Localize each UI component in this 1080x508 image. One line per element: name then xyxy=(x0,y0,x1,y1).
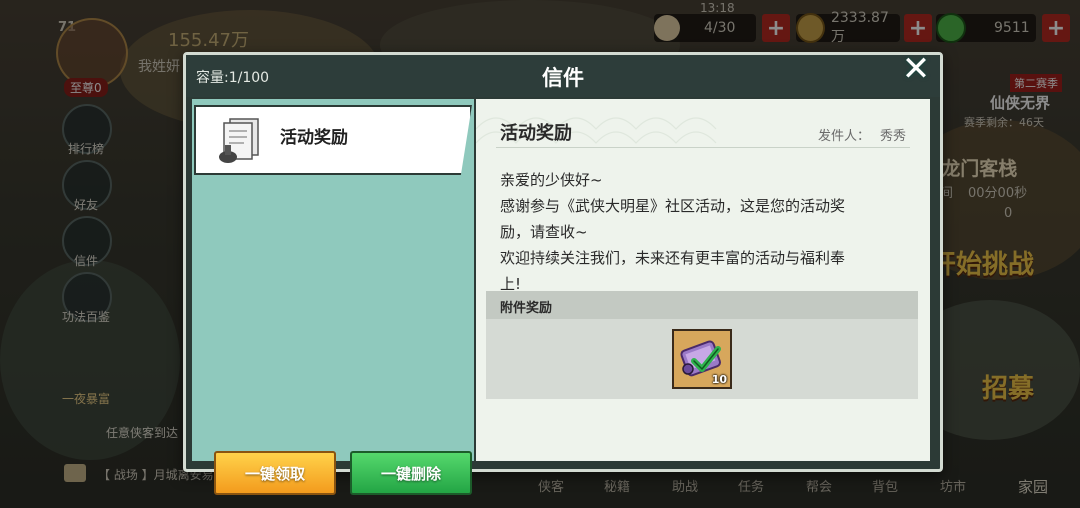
mail-body-line: 感谢参与《武侠大明星》社区活动，这是您的活动奖 xyxy=(500,197,846,215)
divider xyxy=(496,147,910,148)
close-button[interactable]: ✕ xyxy=(898,51,934,87)
mail-list-panel: 活动奖励 一键领取 一键删除 xyxy=(192,99,474,495)
attachment-item[interactable]: 10 xyxy=(672,329,732,389)
mail-dialog: 容量:1/100 信件 ✕ 活动奖励 一键领取 一键删除 活动奖励 发件人： 秀… xyxy=(183,51,943,495)
mail-detail-panel: 活动奖励 发件人： 秀秀 亲爱的少侠好~ 感谢参与《武侠大明星》社区活动，这是您… xyxy=(476,99,930,461)
mail-body: 亲爱的少侠好~ 感谢参与《武侠大明星》社区活动，这是您的活动奖 励，请查收~ 欢… xyxy=(500,167,880,297)
mail-body-line: 励，请查收~ xyxy=(500,223,588,241)
sender-name: 秀秀 xyxy=(879,129,906,144)
attachment-header: 附件奖励 xyxy=(486,291,918,319)
attachment-count: 10 xyxy=(711,373,727,386)
letter-icon xyxy=(219,118,259,163)
dialog-title: 信件 xyxy=(542,66,584,90)
delete-all-button[interactable]: 一键删除 xyxy=(350,451,472,495)
mail-list-item-title: 活动奖励 xyxy=(280,128,348,148)
claim-all-button[interactable]: 一键领取 xyxy=(214,451,336,495)
mail-body-line: 亲爱的少侠好~ xyxy=(500,171,603,189)
sender-label: 发件人： xyxy=(817,129,870,144)
mail-list-item[interactable]: 活动奖励 xyxy=(194,105,472,175)
attachment-section: 附件奖励 10 xyxy=(486,291,918,399)
mail-body-line: 欢迎持续关注我们，未来还有更丰富的活动与福利奉 xyxy=(500,249,846,267)
mail-heading: 活动奖励 xyxy=(500,123,572,144)
attachment-label: 附件奖励 xyxy=(500,301,553,316)
dialog-header: 容量:1/100 信件 xyxy=(186,55,940,97)
